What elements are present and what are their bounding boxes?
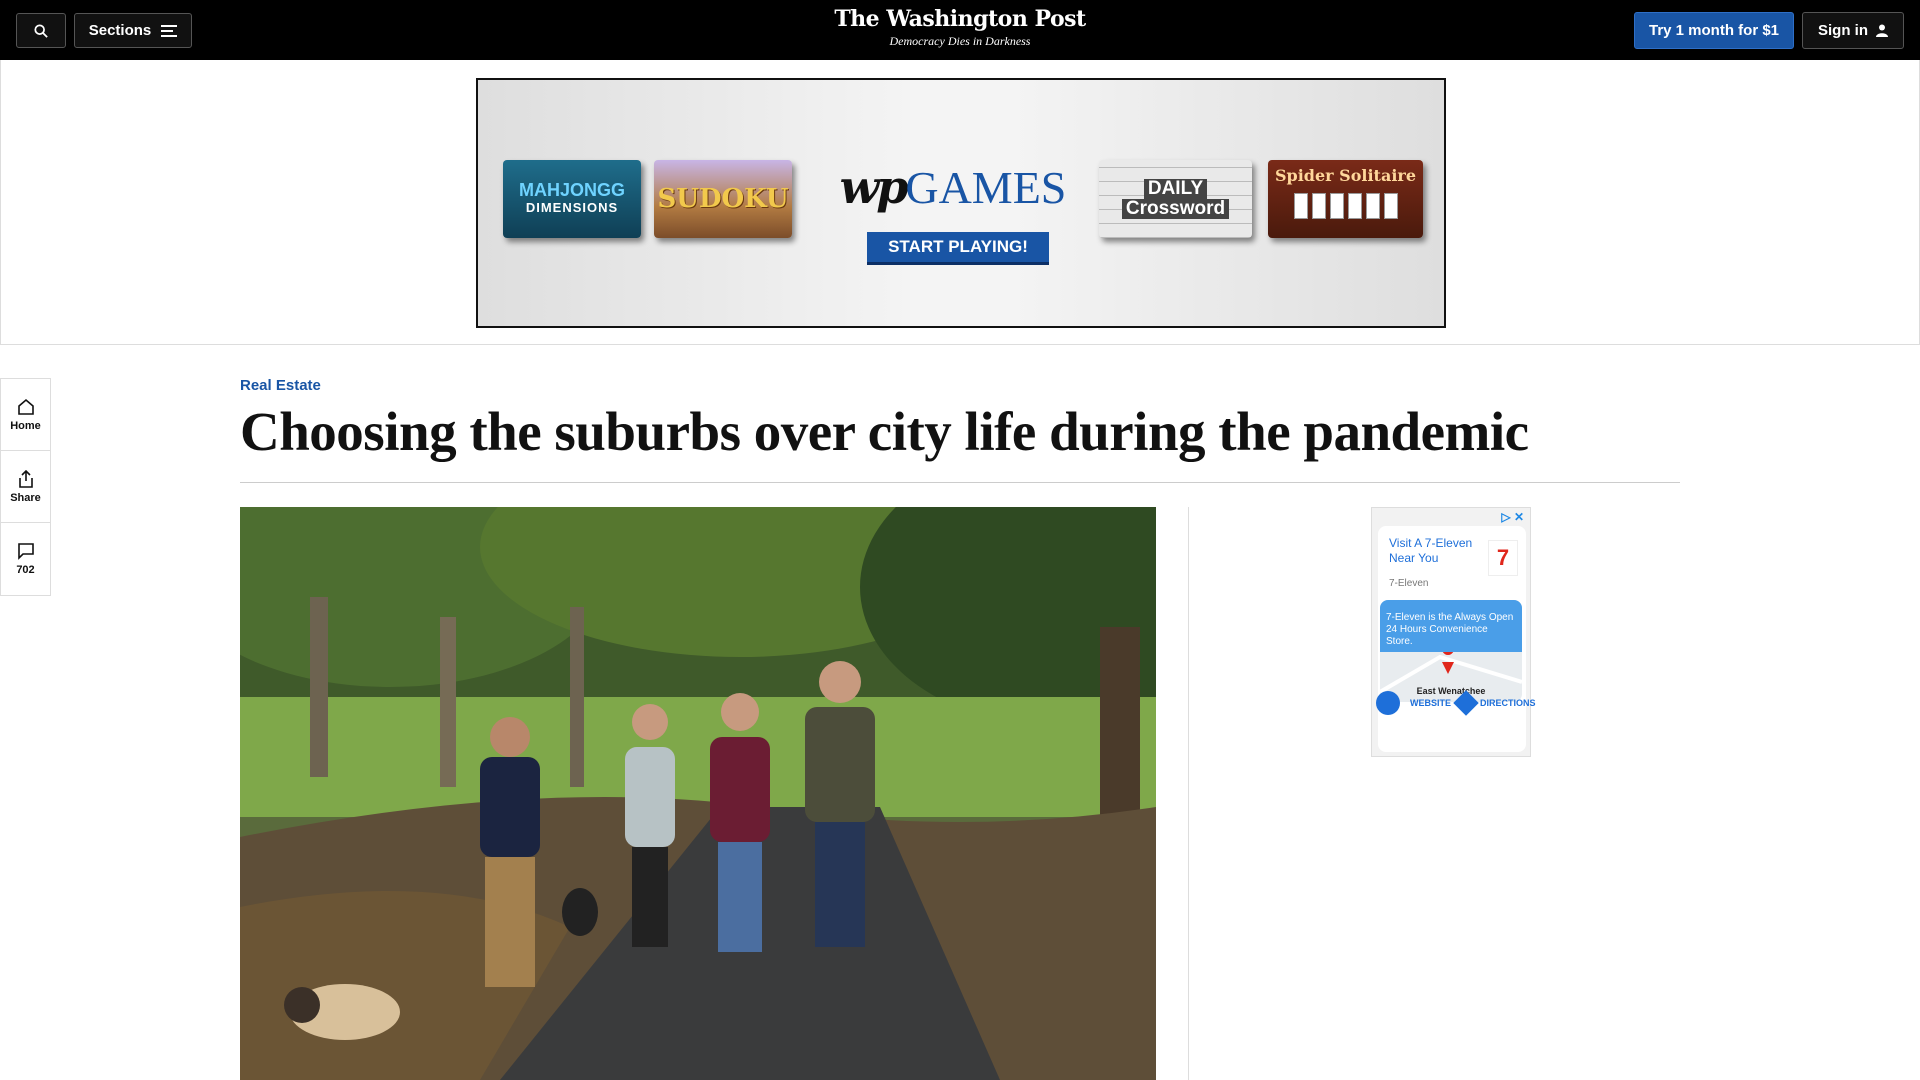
globe-icon [1376,691,1400,715]
search-icon [34,23,48,38]
seven-eleven-logo: 7 [1488,540,1518,576]
lead-photo [240,507,1156,1080]
games-word: GAMES [905,162,1067,213]
ad-brand: 7-Eleven [1389,578,1429,589]
wp-mark: wp [839,160,909,214]
tagline: Democracy Dies in Darkness [889,34,1031,48]
crossword-line2: Crossword [1121,199,1230,219]
top-navigation-bar: Sections The Washington Post Democracy D… [0,0,1920,60]
cards-graphic [1293,193,1398,219]
ad-map-location: East Wenatchee [1416,686,1486,696]
comments-count: 702 [16,564,35,576]
sidebar-ad[interactable]: ▷ ✕ Visit A 7-Eleven Near You 7-Eleven 7… [1371,507,1536,757]
directions-link[interactable]: DIRECTIONS [1480,698,1536,708]
article-headline: Choosing the suburbs over city life duri… [240,401,1529,462]
share-icon [18,469,33,488]
share-button[interactable]: Share [1,451,50,523]
column-divider [1188,507,1189,1080]
spider-title: Spider Solitaire [1274,166,1416,185]
home-button[interactable]: Home [1,379,50,451]
sections-menu-button[interactable]: Sections [74,13,192,48]
crossword-tile[interactable]: DAILY Crossword [1099,160,1252,238]
sign-in-label: Sign in [1818,22,1868,39]
top-ad-zone: MAHJONGG DIMENSIONS SUDOKU wpGAMES START… [0,60,1920,345]
comments-button[interactable]: 702 [1,523,50,595]
comment-icon [17,543,34,560]
wp-games-ad[interactable]: MAHJONGG DIMENSIONS SUDOKU wpGAMES START… [476,78,1446,328]
hamburger-icon [161,24,178,37]
crossword-line1: DAILY [1143,179,1208,199]
left-action-rail: Home Share 702 [0,378,51,596]
ad-title[interactable]: Visit A 7-Eleven Near You [1389,536,1484,566]
user-icon [1876,24,1888,37]
mahjongg-title: MAHJONGG [518,180,625,200]
search-button[interactable] [16,13,66,48]
website-link[interactable]: WEBSITE [1410,698,1451,708]
home-label: Home [10,419,41,432]
start-playing-button[interactable]: START PLAYING! [867,232,1049,265]
adchoices-icon[interactable]: ▷ ✕ [1501,510,1524,524]
share-label: Share [10,491,41,504]
sign-in-button[interactable]: Sign in [1802,12,1904,49]
mahjongg-subtitle: DIMENSIONS [525,200,619,215]
directions-icon [1453,690,1479,716]
section-kicker[interactable]: Real Estate [240,377,321,394]
logo-text: The Washington Post [834,6,1086,32]
subscribe-button[interactable]: Try 1 month for $1 [1634,12,1794,49]
headline-divider [240,482,1680,483]
wp-games-logo: wpGAMES [828,160,1078,214]
ad-map[interactable]: 7-Eleven is the Always Open 24 Hours Con… [1380,600,1522,702]
sudoku-tile[interactable]: SUDOKU [654,160,792,238]
ad-map-text: 7-Eleven is the Always Open 24 Hours Con… [1380,600,1522,652]
spider-solitaire-tile[interactable]: Spider Solitaire [1268,160,1423,238]
site-logo[interactable]: The Washington Post Democracy Dies in Da… [760,6,1160,49]
mahjongg-tile[interactable]: MAHJONGG DIMENSIONS [503,160,641,238]
home-icon [17,398,34,415]
ad-card[interactable]: Visit A 7-Eleven Near You 7-Eleven 7 7-E… [1378,526,1526,752]
sections-label: Sections [88,22,152,39]
